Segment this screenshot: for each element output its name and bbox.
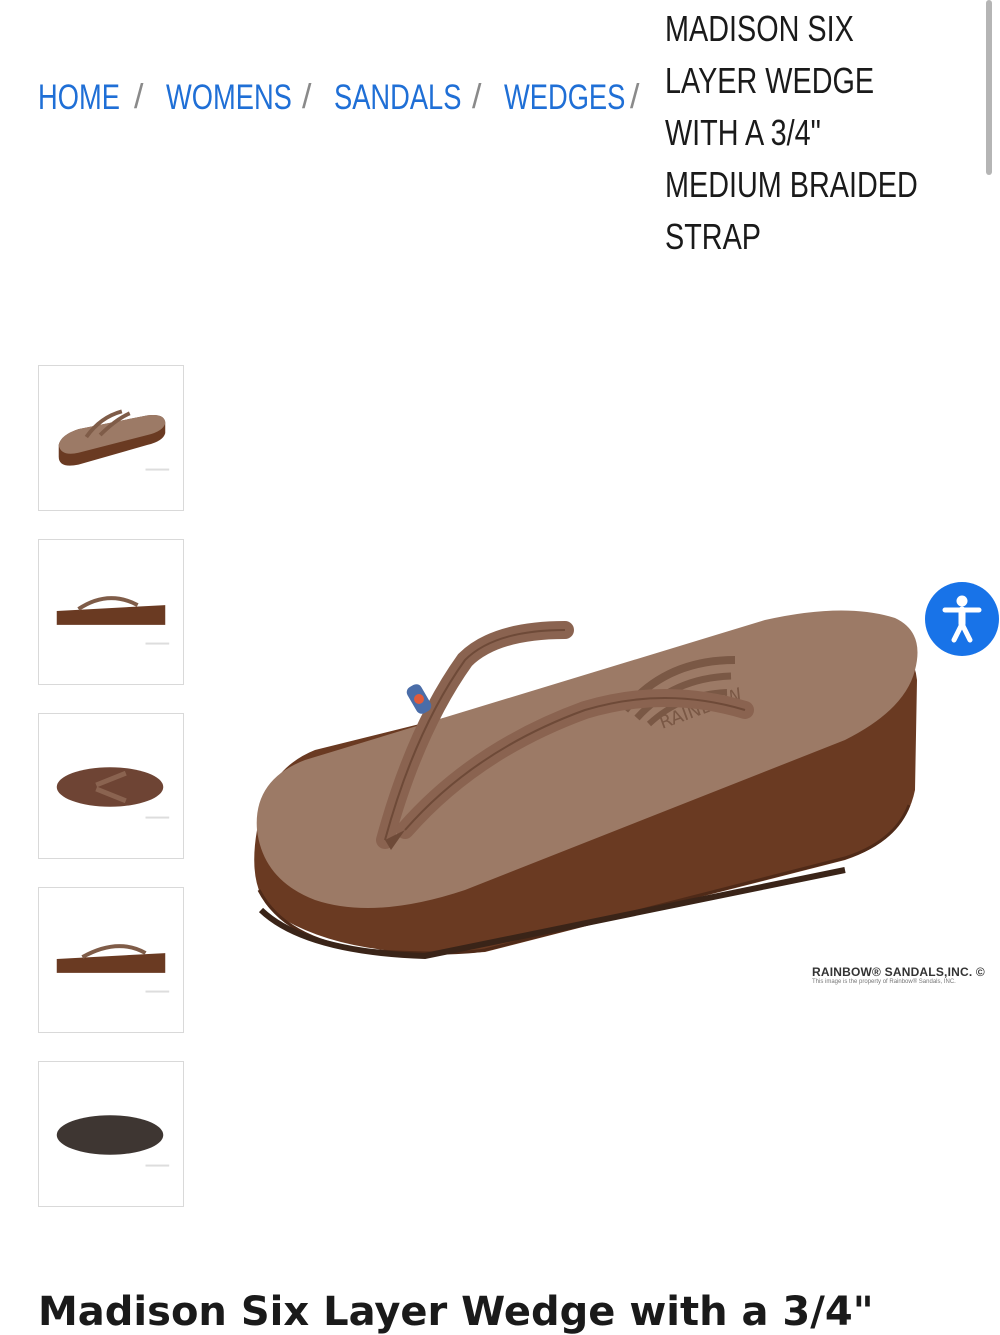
- breadcrumb: HOME / WOMENS / SANDALS / WEDGES / MADIS…: [38, 0, 978, 257]
- thumbnail-side-view[interactable]: [38, 539, 184, 685]
- breadcrumb-separator: /: [134, 78, 144, 116]
- accessibility-button[interactable]: [925, 582, 999, 656]
- product-title: Madison Six Layer Wedge with a 3/4": [38, 1288, 874, 1335]
- breadcrumb-separator: /: [472, 78, 482, 116]
- sandal-top-thumbnail-image: [56, 767, 170, 819]
- image-credit-subtext: This image is the property of Rainbow® S…: [812, 979, 956, 986]
- breadcrumb-womens-link[interactable]: WOMENS: [166, 78, 292, 118]
- sandal-side-alt-thumbnail-image: [56, 944, 170, 993]
- accessibility-icon: [942, 595, 982, 643]
- main-product-image: RAINBOW: [245, 600, 935, 980]
- thumbnail-top-view[interactable]: [38, 713, 184, 859]
- sandal-main-image: RAINBOW: [254, 610, 918, 960]
- image-credit: RAINBOW® SANDALS,INC. © This image is th…: [812, 965, 985, 986]
- breadcrumb-sandals-link[interactable]: SANDALS: [334, 78, 461, 118]
- sandal-angled-thumbnail-image: [58, 409, 170, 471]
- thumbnail-side-alt-view[interactable]: [38, 887, 184, 1033]
- breadcrumb-separator: /: [630, 78, 640, 116]
- thumbnail-sole-view[interactable]: [38, 1061, 184, 1207]
- breadcrumb-home-link[interactable]: HOME: [38, 78, 120, 118]
- sandal-side-thumbnail-image: [56, 596, 170, 645]
- scrollbar[interactable]: [986, 0, 992, 175]
- breadcrumb-current-page: MADISON SIX LAYER WEDGE WITH A 3/4" MEDI…: [665, 8, 918, 257]
- thumbnail-angled-view[interactable]: [38, 365, 184, 511]
- breadcrumb-separator: /: [302, 78, 312, 116]
- breadcrumb-wedges-link[interactable]: WEDGES: [504, 78, 625, 118]
- sandal-sole-thumbnail-image: [56, 1115, 170, 1167]
- image-credit-text: RAINBOW® SANDALS,INC. ©: [812, 965, 985, 979]
